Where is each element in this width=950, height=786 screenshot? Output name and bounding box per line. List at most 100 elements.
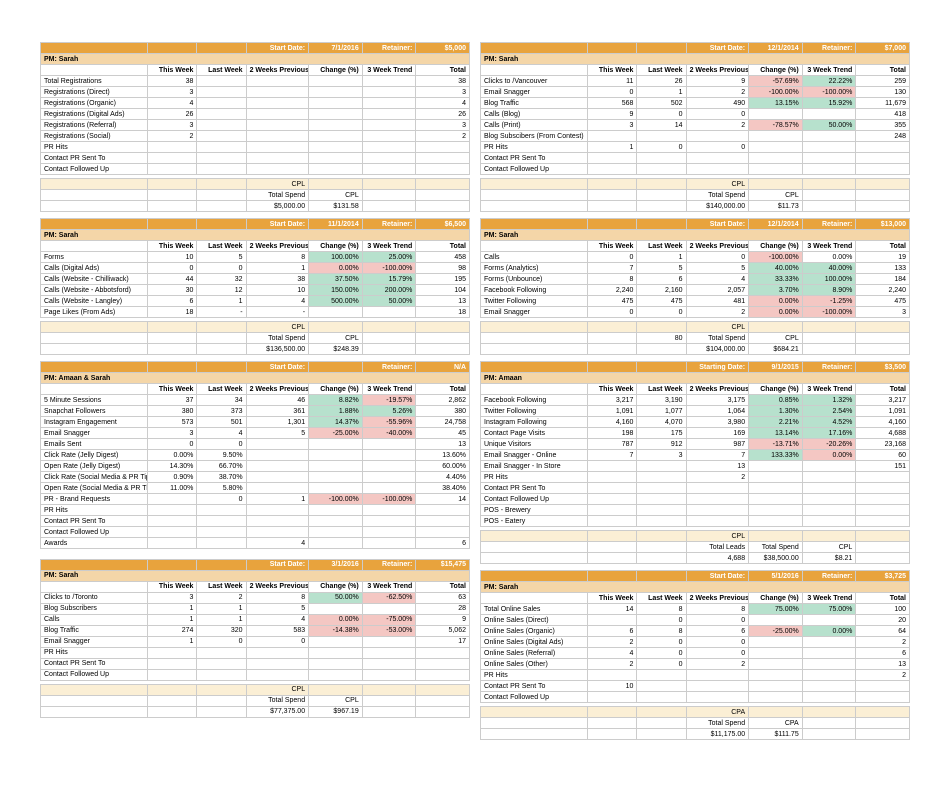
metric-row: Forms1058100.00%25.00%458 [41, 252, 470, 263]
metric-row: Instagram Engagement5735011,30114.37%-55… [41, 417, 470, 428]
section-table: Start Date:3/1/2016Retainer:$15,475PM: S… [40, 559, 470, 718]
metric-row: Registrations (Direct)33 [41, 87, 470, 98]
pm-row: PM: Sarah [41, 570, 470, 581]
metric-row: Online Sales (Organic)686-25.00%0.00%64 [481, 626, 910, 637]
cpl-header: CPL [481, 531, 910, 542]
section-table: Start Date:Retainer:N/APM: Amaan & Sarah… [40, 361, 470, 553]
metric-row: Blog Subscibers (From Contest)248 [481, 131, 910, 142]
metric-row: Contact PR Sent To10 [481, 681, 910, 692]
metric-row: Snapchat Followers3803733611.88%5.26%380 [41, 406, 470, 417]
metric-row: Emails Sent0013 [41, 439, 470, 450]
metric-row: Unique Visitors787912987-13.71%-20.26%23… [481, 439, 910, 450]
metric-row: PR Hits [41, 142, 470, 153]
metric-row: Online Sales (Direct)0020 [481, 615, 910, 626]
metric-row: Forms (Analytics)75540.00%40.00%133 [481, 263, 910, 274]
metric-row: Calls (Website - Langley)614500.00%50.00… [41, 296, 470, 307]
col-headers: This WeekLast Week2 Weeks PreviousChange… [41, 581, 470, 592]
pm-row: PM: Sarah [481, 230, 910, 241]
col-headers: This WeekLast Week2 Weeks PreviousChange… [41, 65, 470, 76]
metric-row: Calls010-100.00%0.00%19 [481, 252, 910, 263]
cpl-header: CPL [481, 179, 910, 190]
metric-row: PR Hits [41, 647, 470, 658]
cpl-values: Total SpendCPA [481, 718, 910, 729]
metric-row: Registrations (Organic)44 [41, 98, 470, 109]
metric-row: Contact PR Sent To [41, 153, 470, 164]
cpl-data: $140,000.00$11.73 [481, 201, 910, 212]
cpl-data: $104,000.00$684.21 [481, 344, 910, 355]
metric-row: Contact Followed Up [481, 494, 910, 505]
metric-row: Contact PR Sent To [41, 658, 470, 669]
cpl-values: Total SpendCPL [41, 695, 470, 706]
metric-row: Calls (Website - Chilliwack)44323837.50%… [41, 274, 470, 285]
metric-row: Contact PR Sent To [41, 516, 470, 527]
metric-row: Calls (Website - Abbotsford)301210150.00… [41, 285, 470, 296]
metric-row: Calls (Digital Ads)0010.00%-100.00%98 [41, 263, 470, 274]
cpl-values: 80Total SpendCPL [481, 333, 910, 344]
cpl-values: Total SpendCPL [41, 333, 470, 344]
cpl-values: Total SpendCPL [41, 190, 470, 201]
metric-row: Contact Followed Up [481, 692, 910, 703]
metric-row: Clicks to /Vancouver11269-57.69%22.22%25… [481, 76, 910, 87]
cpl-header: CPA [481, 707, 910, 718]
metric-row: Calls (Print)3142-78.57%50.00%355 [481, 120, 910, 131]
metric-row: Email Snagger10017 [41, 636, 470, 647]
col-headers: This WeekLast Week2 Weeks PreviousChange… [481, 241, 910, 252]
metric-row: Online Sales (Other)20213 [481, 659, 910, 670]
section-header: Start Date:5/1/2016Retainer:$3,725 [481, 571, 910, 582]
metric-row: Page Likes (From Ads)18--18 [41, 307, 470, 318]
metric-row: Email Snagger - In Store13151 [481, 461, 910, 472]
pm-row: PM: Amaan & Sarah [41, 373, 470, 384]
metric-row: Contact Followed Up [41, 669, 470, 680]
cpl-values: Total SpendCPL [481, 190, 910, 201]
section-table: Start Date:12/1/2014Retainer:$7,000PM: S… [480, 42, 910, 212]
metric-row: Total Registrations3838 [41, 76, 470, 87]
pm-row: PM: Sarah [481, 582, 910, 593]
section-table: Start Date:5/1/2016Retainer:$3,725PM: Sa… [480, 570, 910, 740]
metric-row: Blog Traffic274320583-14.38%-53.00%5,062 [41, 625, 470, 636]
section-header: Start Date:3/1/2016Retainer:$15,475 [41, 559, 470, 570]
cpl-data: $77,375.00$967.19 [41, 706, 470, 717]
metric-row: Calls (Blog)900418 [481, 109, 910, 120]
section-header: Start Date:12/1/2014Retainer:$13,000 [481, 219, 910, 230]
col-headers: This WeekLast Week2 Weeks PreviousChange… [481, 65, 910, 76]
metric-row: POS - Brewery [481, 505, 910, 516]
pm-row: PM: Sarah [481, 54, 910, 65]
metric-row: Total Online Sales148875.00%75.00%100 [481, 604, 910, 615]
section-header: Starting Date:9/1/2015Retainer:$3,500 [481, 362, 910, 373]
metric-row: Open Rate (Jelly Digest)14.30%66.70%60.0… [41, 461, 470, 472]
col-headers: This WeekLast Week2 Weeks PreviousChange… [41, 241, 470, 252]
cpl-header: CPL [41, 684, 470, 695]
metric-row: PR - Brand Requests01-100.00%-100.00%14 [41, 494, 470, 505]
metric-row: Registrations (Social)22 [41, 131, 470, 142]
cpl-values: Total LeadsTotal SpendCPL [481, 542, 910, 553]
metric-row: Email Snagger345-25.00%-40.00%45 [41, 428, 470, 439]
metric-row: Clicks to /Toronto32850.00%-62.50%63 [41, 592, 470, 603]
metric-row: Contact PR Sent To [481, 483, 910, 494]
metric-row: PR Hits2 [481, 472, 910, 483]
metric-row: POS - Eatery [481, 516, 910, 527]
metric-row: Online Sales (Digital Ads)2002 [481, 637, 910, 648]
metric-row: Contact Page Visits19817516913.14%17.16%… [481, 428, 910, 439]
section-header: Start Date:Retainer:N/A [41, 362, 470, 373]
section-table: Start Date:12/1/2014Retainer:$13,000PM: … [480, 218, 910, 355]
metric-row: Email Snagger - Online737133.33%0.00%60 [481, 450, 910, 461]
metric-row: Contact PR Sent To [481, 153, 910, 164]
pm-row: PM: Sarah [41, 230, 470, 241]
metric-row: Click Rate (Jelly Digest)0.00%9.50%13.60… [41, 450, 470, 461]
metric-row: Online Sales (Referral)4006 [481, 648, 910, 659]
metric-row: 5 Minute Sessions3734468.82%-19.57%2,862 [41, 395, 470, 406]
metric-row: Registrations (Digital Ads)2626 [41, 109, 470, 120]
cpl-data: $11,175.00$111.75 [481, 729, 910, 740]
metric-row: Blog Traffic56850249013.15%15.92%11,679 [481, 98, 910, 109]
cpl-header: CPL [41, 322, 470, 333]
section-header: Start Date:7/1/2016Retainer:$5,000 [41, 43, 470, 54]
section-table: Start Date:7/1/2016Retainer:$5,000PM: Sa… [40, 42, 470, 212]
section-table: Start Date:11/1/2014Retainer:$6,500PM: S… [40, 218, 470, 355]
metric-row: Awards46 [41, 538, 470, 549]
cpl-data: $136,500.00$248.39 [41, 344, 470, 355]
metric-row: Contact Followed Up [41, 164, 470, 175]
metric-row: Email Snagger012-100.00%-100.00%130 [481, 87, 910, 98]
metric-row: Registrations (Referral)33 [41, 120, 470, 131]
pm-row: PM: Amaan [481, 373, 910, 384]
metric-row: Contact Followed Up [481, 164, 910, 175]
